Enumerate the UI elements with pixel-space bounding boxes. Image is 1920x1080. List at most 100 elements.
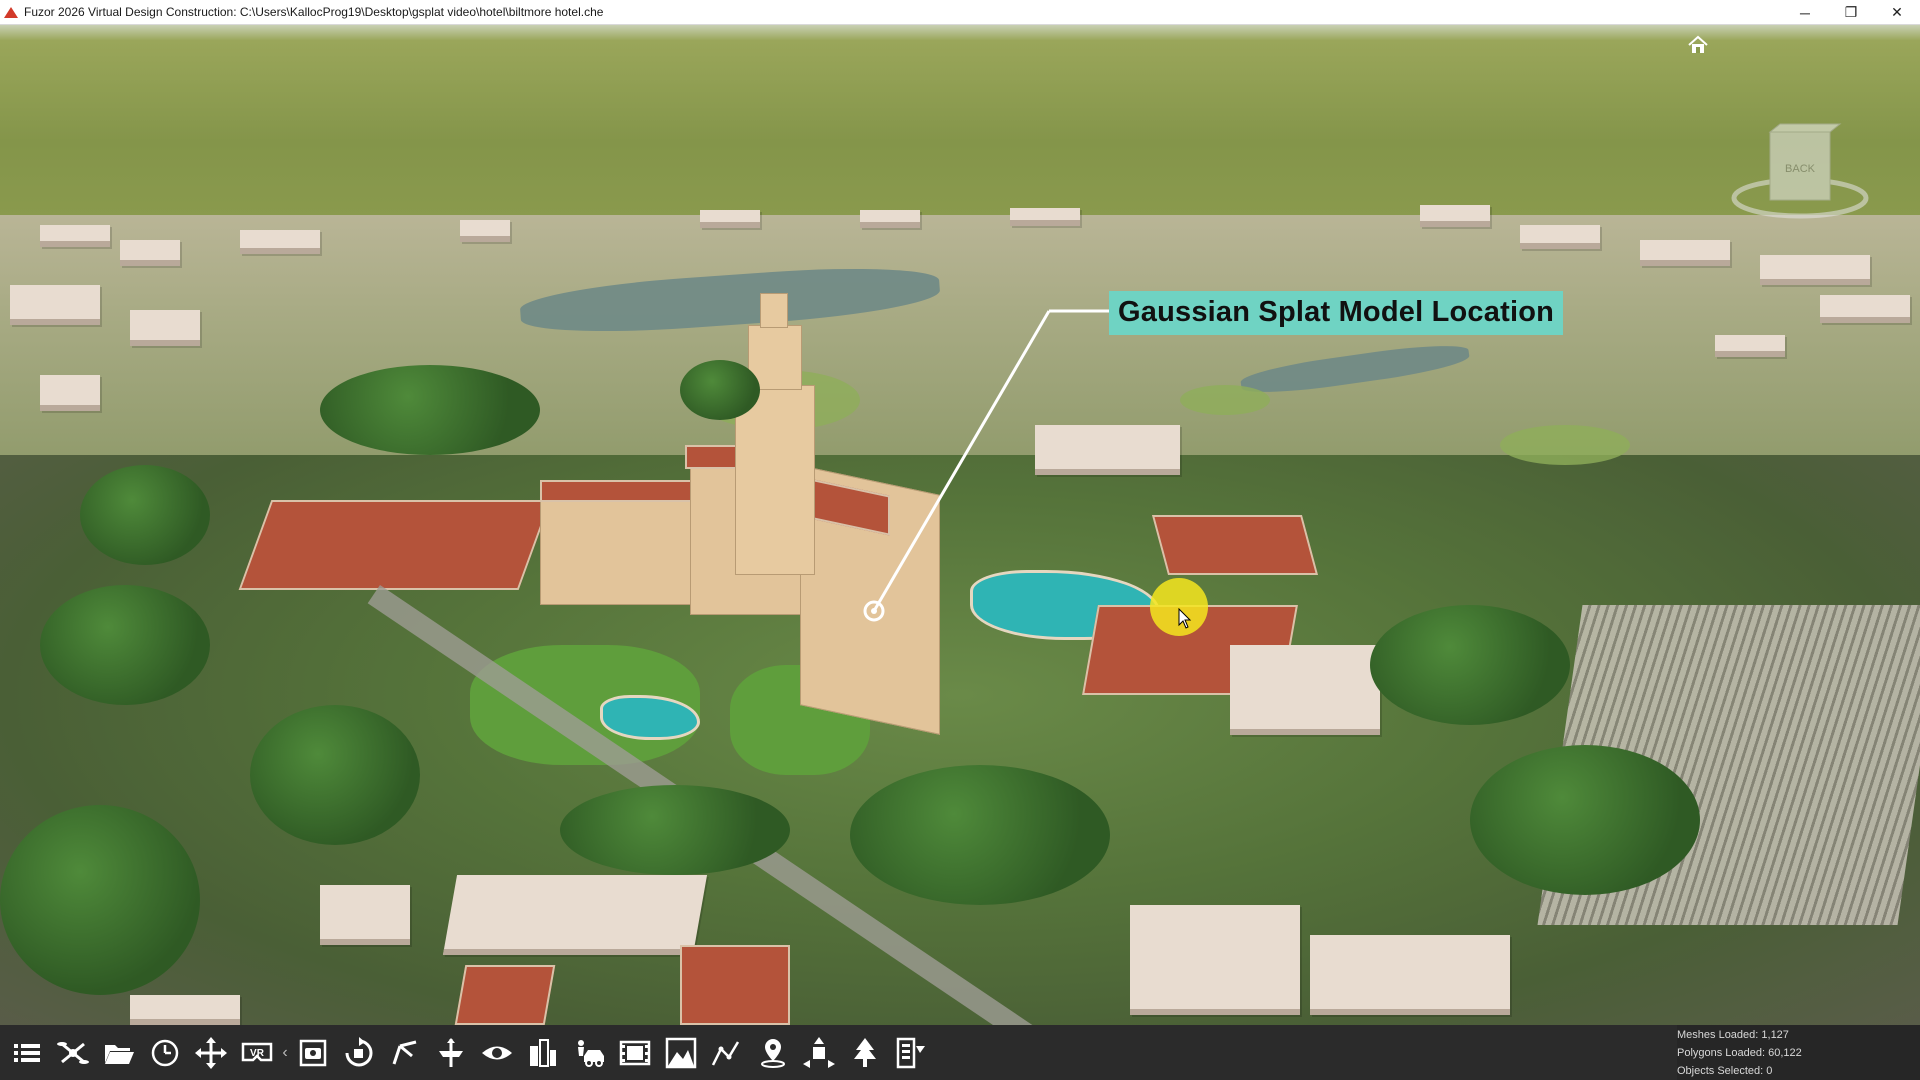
tree <box>850 765 1110 905</box>
path-button[interactable] <box>704 1030 750 1076</box>
rotate-object-icon <box>345 1036 373 1066</box>
vehicle-worker-icon <box>578 1039 604 1067</box>
folder-open-icon <box>105 1044 134 1064</box>
view-cube-face-label: BACK <box>1785 163 1816 175</box>
vr-button[interactable]: VR <box>234 1030 280 1076</box>
distant-building <box>240 230 320 254</box>
distant-building <box>10 285 100 325</box>
vr-icon: VR <box>241 1042 273 1061</box>
drone-button[interactable] <box>50 1030 96 1076</box>
move-icon <box>195 1036 227 1069</box>
vehicles-workers-button[interactable] <box>566 1030 612 1076</box>
eye-icon <box>482 1046 512 1059</box>
menu-icon <box>14 1043 40 1062</box>
section-plane-button[interactable] <box>428 1030 474 1076</box>
distant-building <box>1715 335 1785 357</box>
annotation-label[interactable]: Gaussian Splat Model Location <box>1109 291 1564 335</box>
window-title: Fuzor 2026 Virtual Design Construction: … <box>24 5 604 19</box>
distant-building <box>1035 425 1180 475</box>
clock-icon <box>151 1039 179 1066</box>
vr-label: VR <box>250 1048 265 1059</box>
hotel-annex <box>1230 645 1380 735</box>
view-cube[interactable]: BACK <box>1730 120 1870 230</box>
film-icon <box>619 1040 651 1065</box>
distant-building <box>130 310 200 346</box>
foreground-building <box>130 995 240 1025</box>
bottom-toolbar: VR ‹ <box>0 1025 1920 1080</box>
building-icon <box>530 1038 556 1067</box>
foreground-roof <box>680 945 790 1025</box>
vegetation-button[interactable] <box>842 1030 888 1076</box>
timeline-button[interactable] <box>142 1030 188 1076</box>
terrain-button[interactable] <box>658 1030 704 1076</box>
measure-icon <box>392 1040 417 1064</box>
sky-backdrop <box>0 25 1920 220</box>
distant-building <box>1820 295 1910 323</box>
distant-building <box>1420 205 1490 227</box>
restore-button[interactable]: ❐ <box>1828 0 1874 25</box>
hotel-roof <box>540 480 710 502</box>
building-button[interactable] <box>520 1030 566 1076</box>
animation-button[interactable] <box>612 1030 658 1076</box>
properties-button[interactable] <box>888 1030 934 1076</box>
properties-list-icon <box>896 1037 925 1068</box>
tree <box>320 365 540 455</box>
tree <box>1370 605 1570 725</box>
foreground-building <box>320 885 410 945</box>
collapse-chevron-icon: ‹ <box>282 1043 288 1061</box>
measure-button[interactable] <box>382 1030 428 1076</box>
hotel-wing-roof <box>238 500 552 590</box>
minimize-button[interactable]: ─ <box>1782 0 1828 25</box>
tree <box>80 465 210 565</box>
tree <box>560 785 790 875</box>
screenshot-button[interactable] <box>290 1030 336 1076</box>
close-button[interactable]: ✕ <box>1874 0 1920 25</box>
biltmore-tower-spire <box>760 293 788 328</box>
toolbar-collapse-button[interactable]: ‹ <box>280 1030 290 1076</box>
foreground-roof <box>454 965 556 1025</box>
path-graph-icon <box>711 1040 740 1066</box>
menu-button[interactable] <box>4 1030 50 1076</box>
objects-selected: Objects Selected: 0 <box>1677 1065 1773 1077</box>
golf-green <box>1500 425 1630 465</box>
distant-building <box>1640 240 1730 266</box>
distant-building <box>460 220 510 242</box>
move-button[interactable] <box>188 1030 234 1076</box>
section-plane-icon <box>439 1037 463 1067</box>
rotate-object-button[interactable] <box>336 1030 382 1076</box>
mouse-pointer-icon <box>1178 608 1192 629</box>
location-button[interactable] <box>750 1030 796 1076</box>
hotel-building <box>540 495 710 605</box>
distant-building <box>1010 208 1080 226</box>
distant-building <box>1760 255 1870 285</box>
home-view-icon[interactable] <box>1686 33 1710 57</box>
tree <box>40 585 210 705</box>
golf-green <box>1180 385 1270 415</box>
foreground-building <box>442 875 708 955</box>
polygons-loaded: Polygons Loaded: 60,122 <box>1677 1047 1802 1059</box>
fuzor-app-icon <box>4 5 18 19</box>
terrain-icon <box>665 1037 697 1068</box>
distant-building <box>860 210 920 228</box>
biltmore-tower <box>735 385 815 575</box>
distant-building <box>40 225 110 247</box>
window-controls: ─ ❐ ✕ <box>1782 0 1920 25</box>
tree <box>680 360 760 420</box>
visibility-button[interactable] <box>474 1030 520 1076</box>
golf-course-terrain <box>0 215 1920 475</box>
tree <box>1470 745 1700 895</box>
location-pin-icon <box>761 1038 785 1068</box>
tree <box>0 805 200 995</box>
foreground-building <box>1310 935 1510 1015</box>
screenshot-icon <box>299 1039 327 1066</box>
tree <box>250 705 420 845</box>
open-file-button[interactable] <box>96 1030 142 1076</box>
tree-icon <box>854 1037 876 1067</box>
foreground-building <box>1130 905 1300 1015</box>
transform-button[interactable] <box>796 1030 842 1076</box>
meshes-loaded: Meshes Loaded: 1,127 <box>1677 1029 1789 1041</box>
3d-viewport[interactable]: Gaussian Splat Model Location BACK <box>0 25 1920 1025</box>
hotel-wing-roof <box>1151 515 1319 575</box>
transform-icon <box>803 1036 835 1068</box>
title-bar: Fuzor 2026 Virtual Design Construction: … <box>0 0 1920 25</box>
